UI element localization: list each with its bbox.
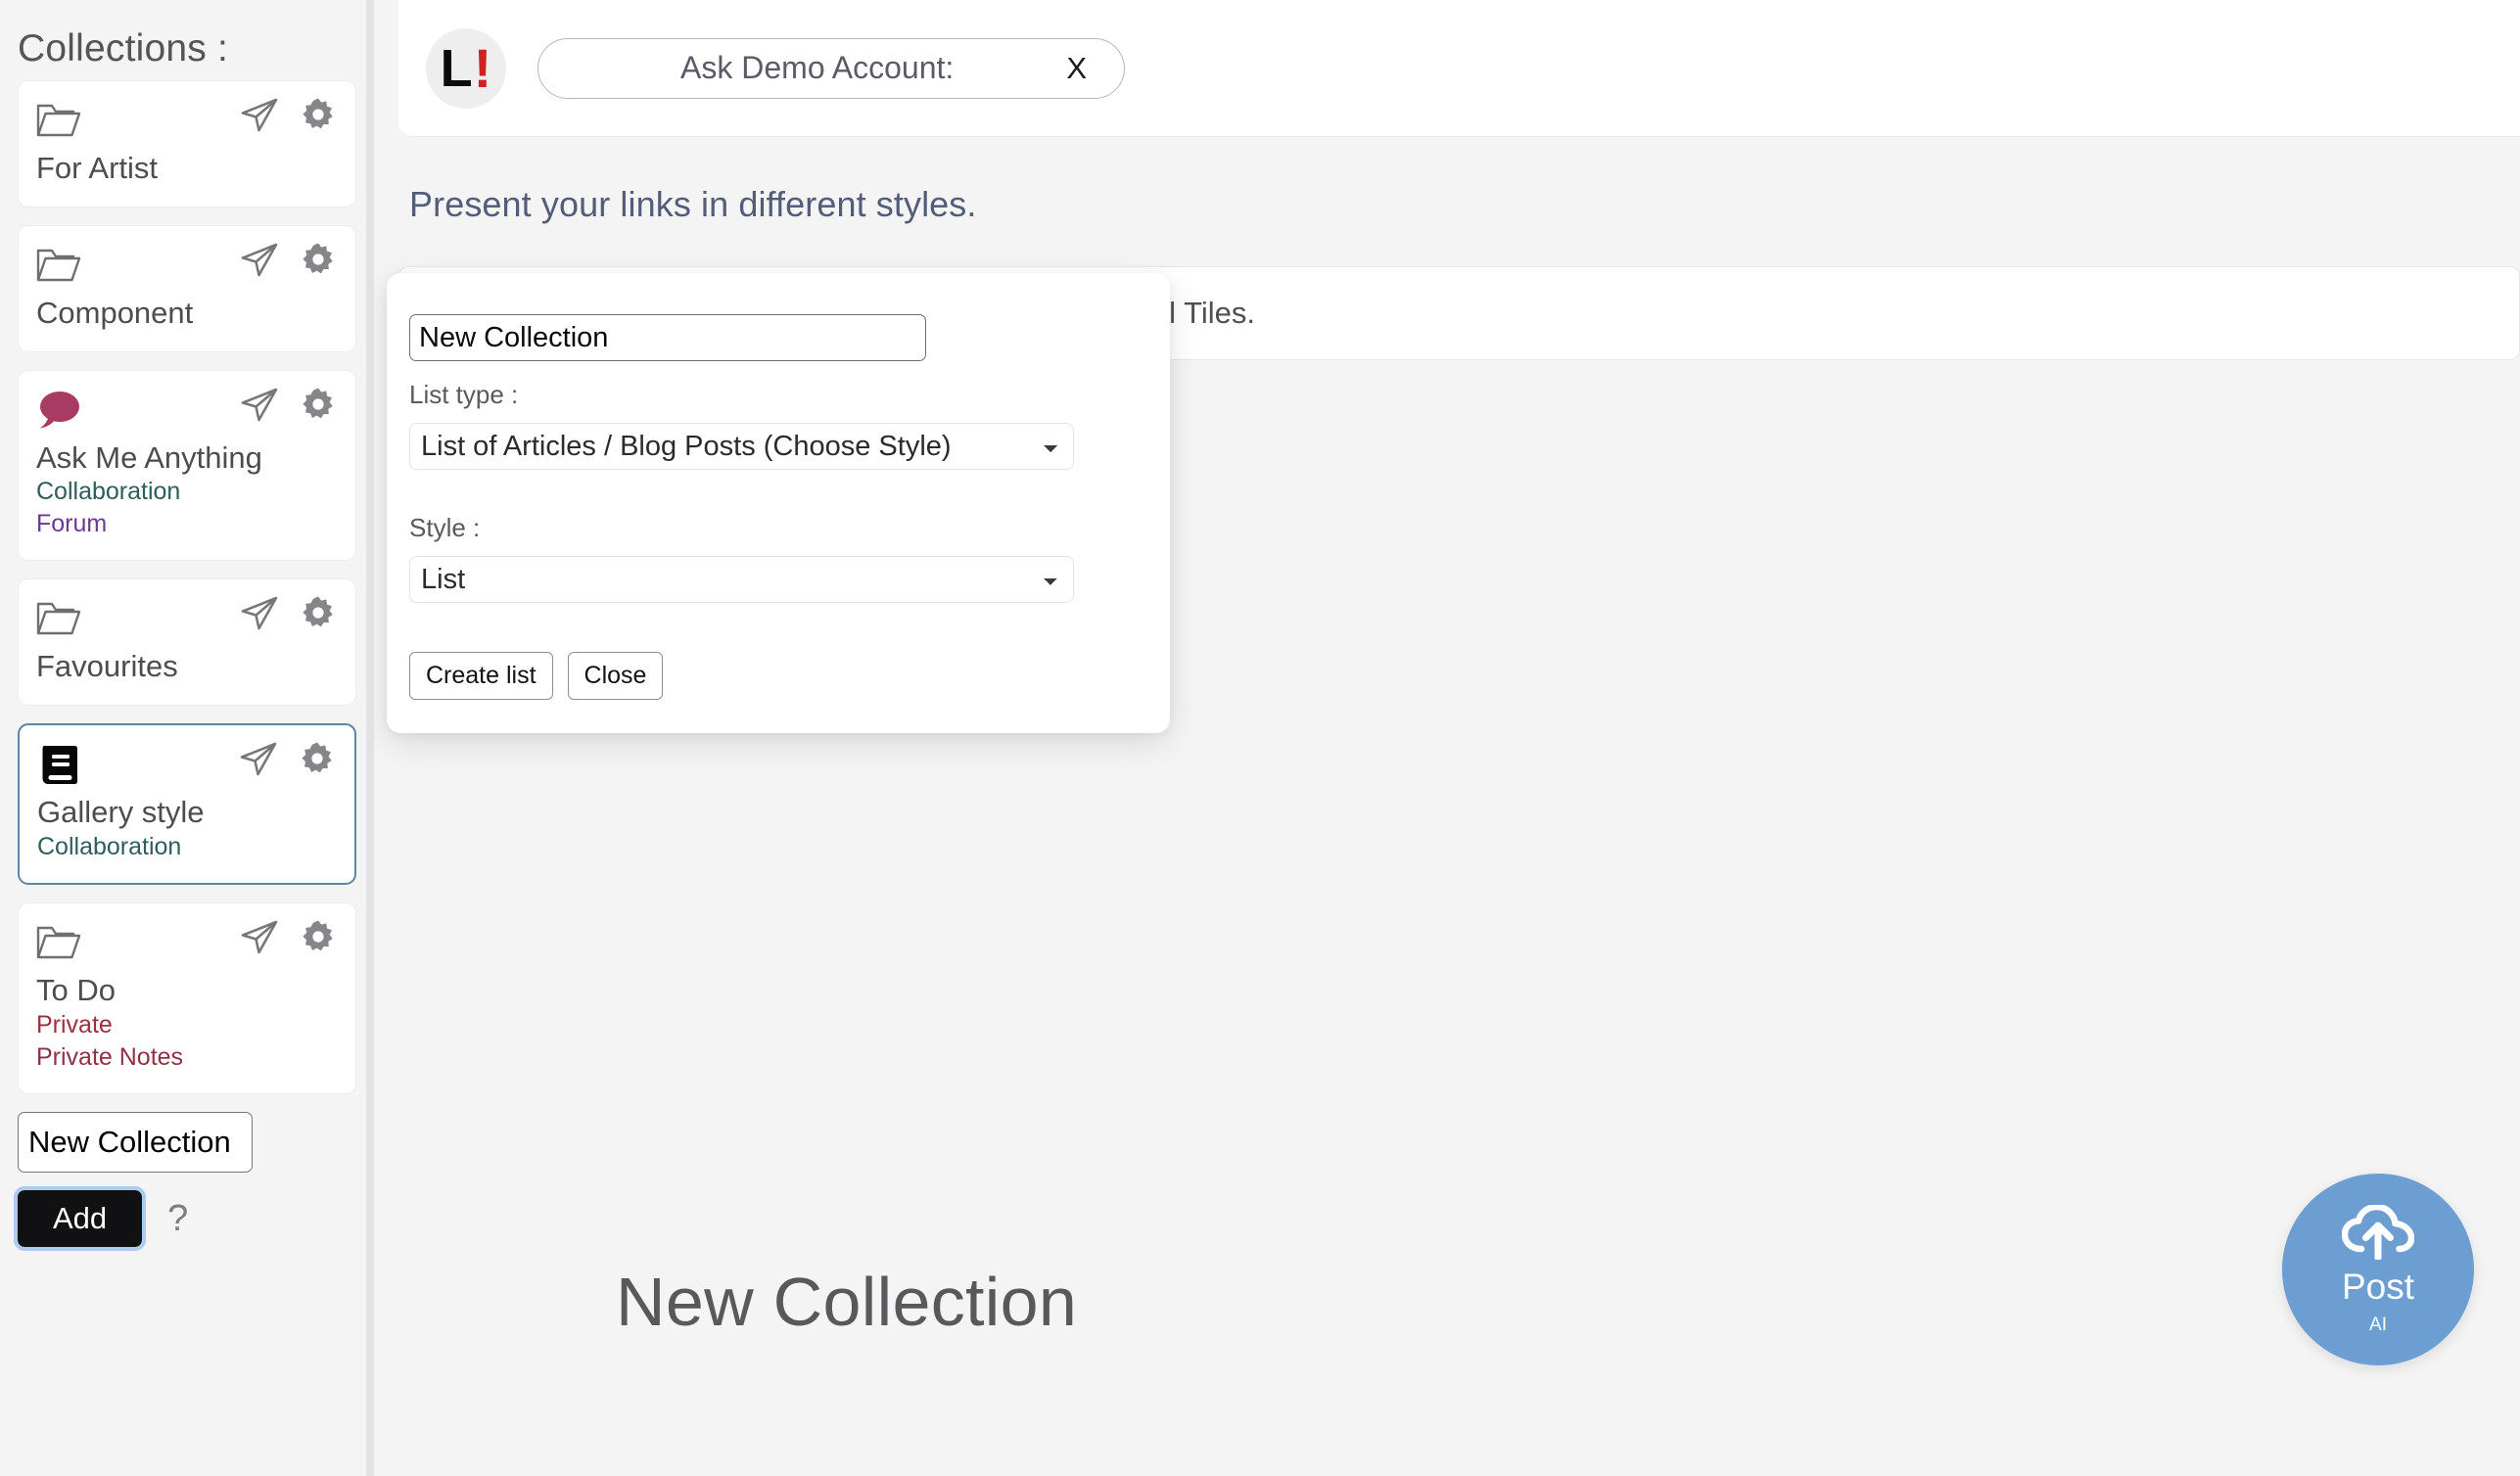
gear-icon[interactable] xyxy=(300,742,335,777)
collection-name: For Artist xyxy=(36,150,338,187)
close-icon[interactable]: X xyxy=(1066,51,1124,86)
page-title: New Collection xyxy=(616,1263,1077,1341)
collection-card-actions xyxy=(240,97,336,134)
gear-icon[interactable] xyxy=(301,920,336,955)
send-icon[interactable] xyxy=(240,387,279,424)
page-subtitle: Present your links in different styles. xyxy=(374,137,2520,225)
new-collection-dialog: List type : List of Articles / Blog Post… xyxy=(387,273,1170,733)
close-dialog-button[interactable]: Close xyxy=(568,652,664,700)
collection-card[interactable]: Favourites xyxy=(18,578,356,706)
post-ai-label: Post xyxy=(2342,1268,2414,1305)
new-collection-input[interactable] xyxy=(18,1112,253,1173)
gear-icon[interactable] xyxy=(301,596,336,631)
sidebar: Collections : For Artist Component Ask Me … xyxy=(0,0,374,1476)
collections-list: For ArtistComponentAsk Me AnythingCollab… xyxy=(18,80,356,1094)
dialog-buttons: Create list Close xyxy=(409,652,1147,700)
gear-icon[interactable] xyxy=(301,243,336,278)
brand-logo-exclamation: ! xyxy=(474,41,492,96)
style-select[interactable]: List xyxy=(409,556,1074,603)
send-icon[interactable] xyxy=(240,919,279,956)
collection-name: To Do xyxy=(36,972,338,1009)
gear-icon[interactable] xyxy=(301,388,336,423)
app-root: Collections : For Artist Component Ask Me … xyxy=(0,0,2520,1476)
top-bar: L! Ask Demo Account: X xyxy=(398,0,2520,137)
ask-demo-account-pill[interactable]: Ask Demo Account: X xyxy=(537,38,1125,99)
help-icon[interactable]: ? xyxy=(167,1200,188,1237)
collection-name: Favourites xyxy=(36,648,338,685)
collection-tag: Private Notes xyxy=(36,1041,338,1074)
add-collection-button[interactable]: Add xyxy=(18,1190,142,1247)
create-list-button[interactable]: Create list xyxy=(409,652,553,700)
collection-tag: Collaboration xyxy=(36,476,338,508)
cloud-upload-icon xyxy=(2342,1205,2414,1265)
collection-tag: Forum xyxy=(36,508,338,540)
send-icon[interactable] xyxy=(240,242,279,279)
collection-card-actions xyxy=(240,919,336,956)
sidebar-divider xyxy=(366,0,374,1476)
collection-card-actions xyxy=(240,242,336,279)
collection-card[interactable]: To DoPrivatePrivate Notes xyxy=(18,902,356,1094)
brand-logo-letter: L xyxy=(441,42,473,95)
sidebar-actions: Add ? xyxy=(18,1190,356,1247)
collection-card[interactable]: Gallery styleCollaboration xyxy=(18,723,356,885)
gear-icon[interactable] xyxy=(301,98,336,133)
collection-name: Gallery style xyxy=(37,794,337,831)
main-content: L! Ask Demo Account: X Present your link… xyxy=(374,0,2520,1476)
send-icon[interactable] xyxy=(240,97,279,134)
collection-name: Ask Me Anything xyxy=(36,439,338,477)
send-icon[interactable] xyxy=(239,741,278,778)
ask-demo-account-label: Ask Demo Account: xyxy=(538,50,1066,86)
collection-card-actions xyxy=(239,741,335,778)
list-type-label: List type : xyxy=(409,380,1147,410)
collection-card[interactable]: Component xyxy=(18,225,356,352)
collection-card-actions xyxy=(240,595,336,632)
collection-card[interactable]: Ask Me AnythingCollaborationForum xyxy=(18,370,356,562)
send-icon[interactable] xyxy=(240,595,279,632)
collection-tag: Collaboration xyxy=(37,831,337,863)
collection-card-actions xyxy=(240,387,336,424)
style-label: Style : xyxy=(409,513,1147,543)
post-ai-button[interactable]: Post AI xyxy=(2282,1174,2474,1365)
collection-card[interactable]: For Artist xyxy=(18,80,356,208)
brand-logo-icon: L! xyxy=(426,28,506,109)
collection-name-input[interactable] xyxy=(409,314,926,361)
collection-name: Component xyxy=(36,295,338,332)
collection-tag: Private xyxy=(36,1009,338,1041)
post-ai-sublabel: AI xyxy=(2369,1315,2387,1334)
list-type-select[interactable]: List of Articles / Blog Posts (Choose St… xyxy=(409,423,1074,470)
collections-title: Collections : xyxy=(18,0,356,80)
